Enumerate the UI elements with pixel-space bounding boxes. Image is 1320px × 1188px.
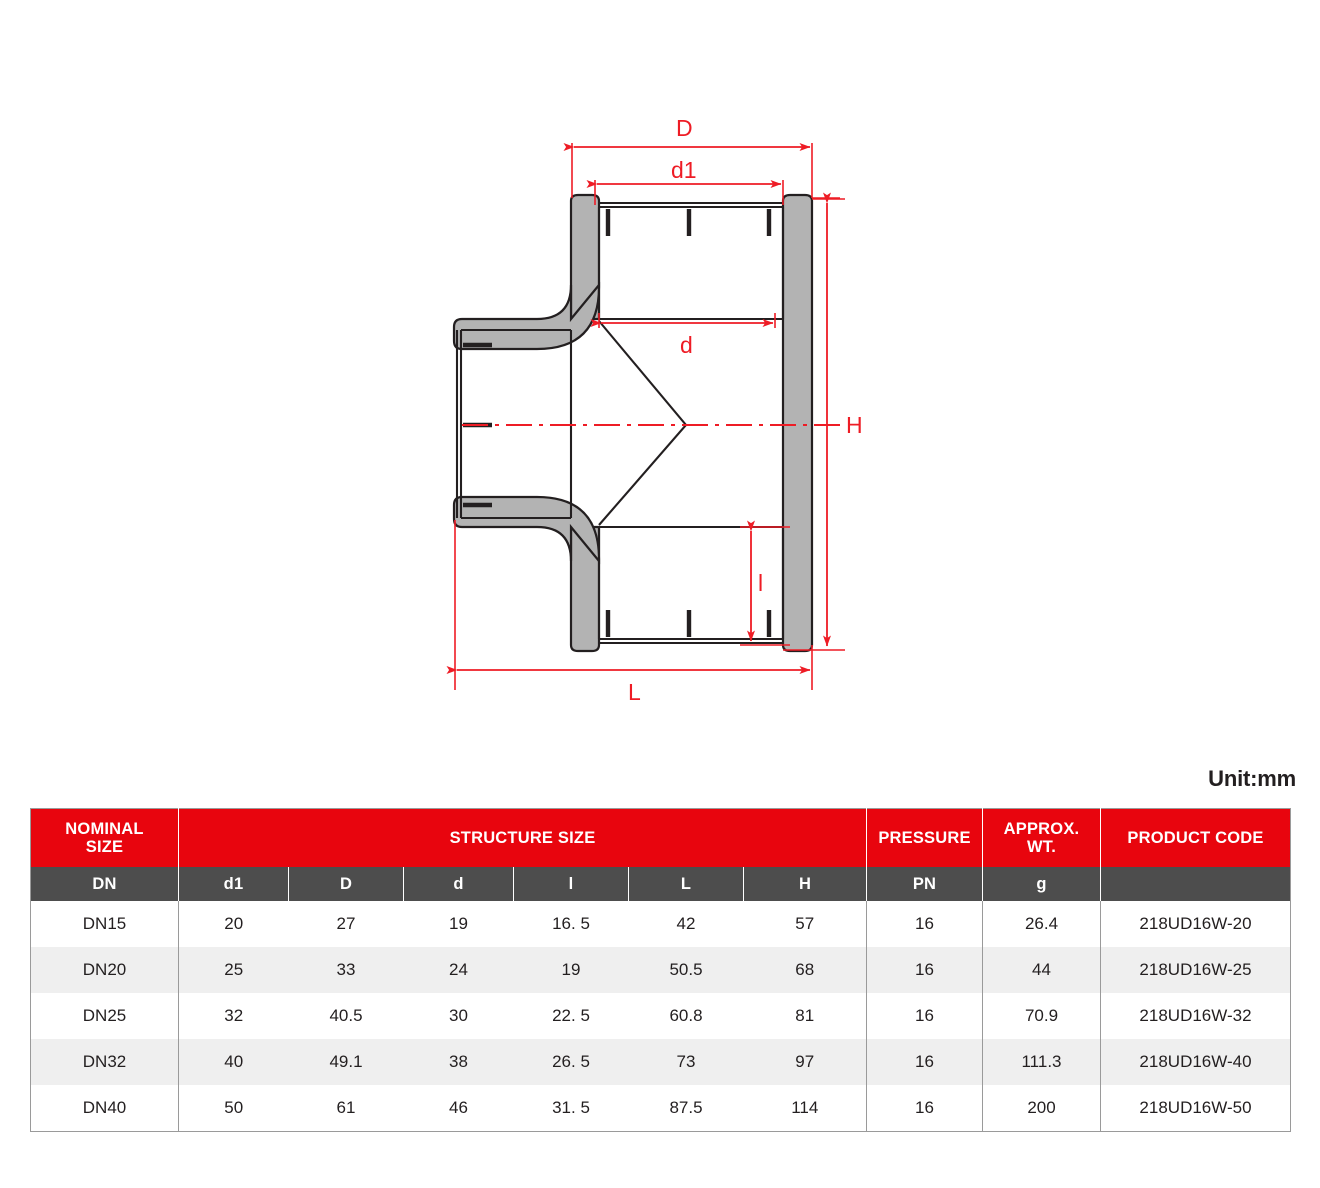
header-structure-size: STRUCTURE SIZE: [178, 808, 867, 867]
header-product-code: PRODUCT CODE: [1100, 808, 1291, 867]
cell-pn: 16: [866, 993, 983, 1039]
dimension-D: [563, 143, 840, 199]
specification-table-wrapper: NOMINAL SIZE STRUCTURE SIZE PRESSURE APP…: [30, 808, 1291, 1132]
table-group-header-row: NOMINAL SIZE STRUCTURE SIZE PRESSURE APP…: [30, 808, 1291, 867]
cell-dn: DN25: [30, 993, 179, 1039]
cell-d1: 20: [178, 901, 289, 947]
dimension-L: [446, 520, 813, 690]
specification-table: NOMINAL SIZE STRUCTURE SIZE PRESSURE APP…: [30, 808, 1291, 1132]
cell-L: 73: [628, 1039, 744, 1085]
cell-D: 49.1: [288, 1039, 404, 1085]
cell-d: 19: [403, 901, 514, 947]
cell-H: 97: [743, 1039, 867, 1085]
cell-l: 22. 5: [513, 993, 629, 1039]
cell-g: 70.9: [982, 993, 1101, 1039]
cell-dn: DN20: [30, 947, 179, 993]
cell-product-code: 218UD16W-50: [1100, 1085, 1291, 1132]
technical-drawing: D d1 d H l L: [0, 0, 1320, 760]
header-pressure: PRESSURE: [866, 808, 983, 867]
cell-g: 200: [982, 1085, 1101, 1132]
cell-D: 61: [288, 1085, 404, 1132]
cell-product-code: 218UD16W-40: [1100, 1039, 1291, 1085]
symbol-header-H: H: [743, 867, 867, 901]
table-symbol-header-row: DN d1 D d l L H PN g: [30, 867, 1291, 901]
cell-d1: 32: [178, 993, 289, 1039]
cell-H: 57: [743, 901, 867, 947]
cell-d: 30: [403, 993, 514, 1039]
dimension-label-H: H: [846, 412, 863, 438]
table-row: DN15 20 27 19 16. 5 42 57 16 26.4 218UD1…: [30, 901, 1291, 947]
table-row: DN25 32 40.5 30 22. 5 60.8 81 16 70.9 21…: [30, 993, 1291, 1039]
header-nominal-size-line1: NOMINAL: [65, 819, 144, 838]
cell-l: 26. 5: [513, 1039, 629, 1085]
cell-g: 44: [982, 947, 1101, 993]
header-approx-wt-line1: APPROX.: [1003, 819, 1080, 838]
cell-pn: 16: [866, 1085, 983, 1132]
cell-d: 46: [403, 1085, 514, 1132]
dimension-label-l: l: [758, 570, 764, 596]
cell-product-code: 218UD16W-32: [1100, 993, 1291, 1039]
cell-H: 114: [743, 1085, 867, 1132]
symbol-header-d1: d1: [178, 867, 289, 901]
symbol-header-L: L: [628, 867, 744, 901]
cell-pn: 16: [866, 1039, 983, 1085]
cell-dn: DN15: [30, 901, 179, 947]
cell-g: 26.4: [982, 901, 1101, 947]
symbol-header-dn: DN: [30, 867, 179, 901]
right-wall: [781, 193, 814, 653]
cell-g: 111.3: [982, 1039, 1101, 1085]
symbol-header-g: g: [982, 867, 1101, 901]
table-row: DN20 25 33 24 19 50.5 68 16 44 218UD16W-…: [30, 947, 1291, 993]
cell-product-code: 218UD16W-25: [1100, 947, 1291, 993]
dimension-d1: [586, 180, 784, 205]
header-approx-wt: APPROX. WT.: [982, 808, 1101, 867]
cell-L: 60.8: [628, 993, 744, 1039]
cell-H: 68: [743, 947, 867, 993]
cell-d: 24: [403, 947, 514, 993]
cell-product-code: 218UD16W-20: [1100, 901, 1291, 947]
dimension-label-D: D: [676, 115, 693, 141]
socket-ticks: [463, 209, 772, 637]
header-approx-wt-line2: WT.: [1026, 838, 1056, 856]
cell-d1: 25: [178, 947, 289, 993]
symbol-header-l: l: [513, 867, 629, 901]
cell-L: 87.5: [628, 1085, 744, 1132]
bore-outlines: [455, 201, 785, 645]
cell-d1: 50: [178, 1085, 289, 1132]
dimension-label-d: d: [680, 332, 693, 358]
header-nominal-size-line2: SIZE: [85, 838, 124, 856]
table-row: DN32 40 49.1 38 26. 5 73 97 16 111.3 218…: [30, 1039, 1291, 1085]
symbol-header-pn: PN: [866, 867, 983, 901]
cell-D: 40.5: [288, 993, 404, 1039]
table-row: DN40 50 61 46 31. 5 87.5 114 16 200 218U…: [30, 1085, 1291, 1132]
cone-chevron: [598, 320, 688, 526]
cell-pn: 16: [866, 947, 983, 993]
cell-D: 27: [288, 901, 404, 947]
cell-L: 50.5: [628, 947, 744, 993]
cell-l: 31. 5: [513, 1085, 629, 1132]
unit-caption: Unit:mm: [1208, 766, 1296, 791]
cell-pn: 16: [866, 901, 983, 947]
symbol-header-d: d: [403, 867, 514, 901]
symbol-header-blank: [1100, 867, 1291, 901]
dimension-label-d1: d1: [671, 157, 697, 183]
cell-l: 16. 5: [513, 901, 629, 947]
cell-dn: DN40: [30, 1085, 179, 1132]
cell-H: 81: [743, 993, 867, 1039]
cell-L: 42: [628, 901, 744, 947]
symbol-header-D: D: [288, 867, 404, 901]
cell-D: 33: [288, 947, 404, 993]
dimension-label-L: L: [628, 679, 641, 705]
cell-d: 38: [403, 1039, 514, 1085]
tee-fitting-drawing-svg: [446, 143, 845, 690]
cell-d1: 40: [178, 1039, 289, 1085]
cell-l: 19: [513, 947, 629, 993]
header-nominal-size: NOMINAL SIZE: [30, 808, 179, 867]
cell-dn: DN32: [30, 1039, 179, 1085]
dimension-d: [590, 313, 776, 328]
table-body: DN15 20 27 19 16. 5 42 57 16 26.4 218UD1…: [30, 901, 1291, 1132]
